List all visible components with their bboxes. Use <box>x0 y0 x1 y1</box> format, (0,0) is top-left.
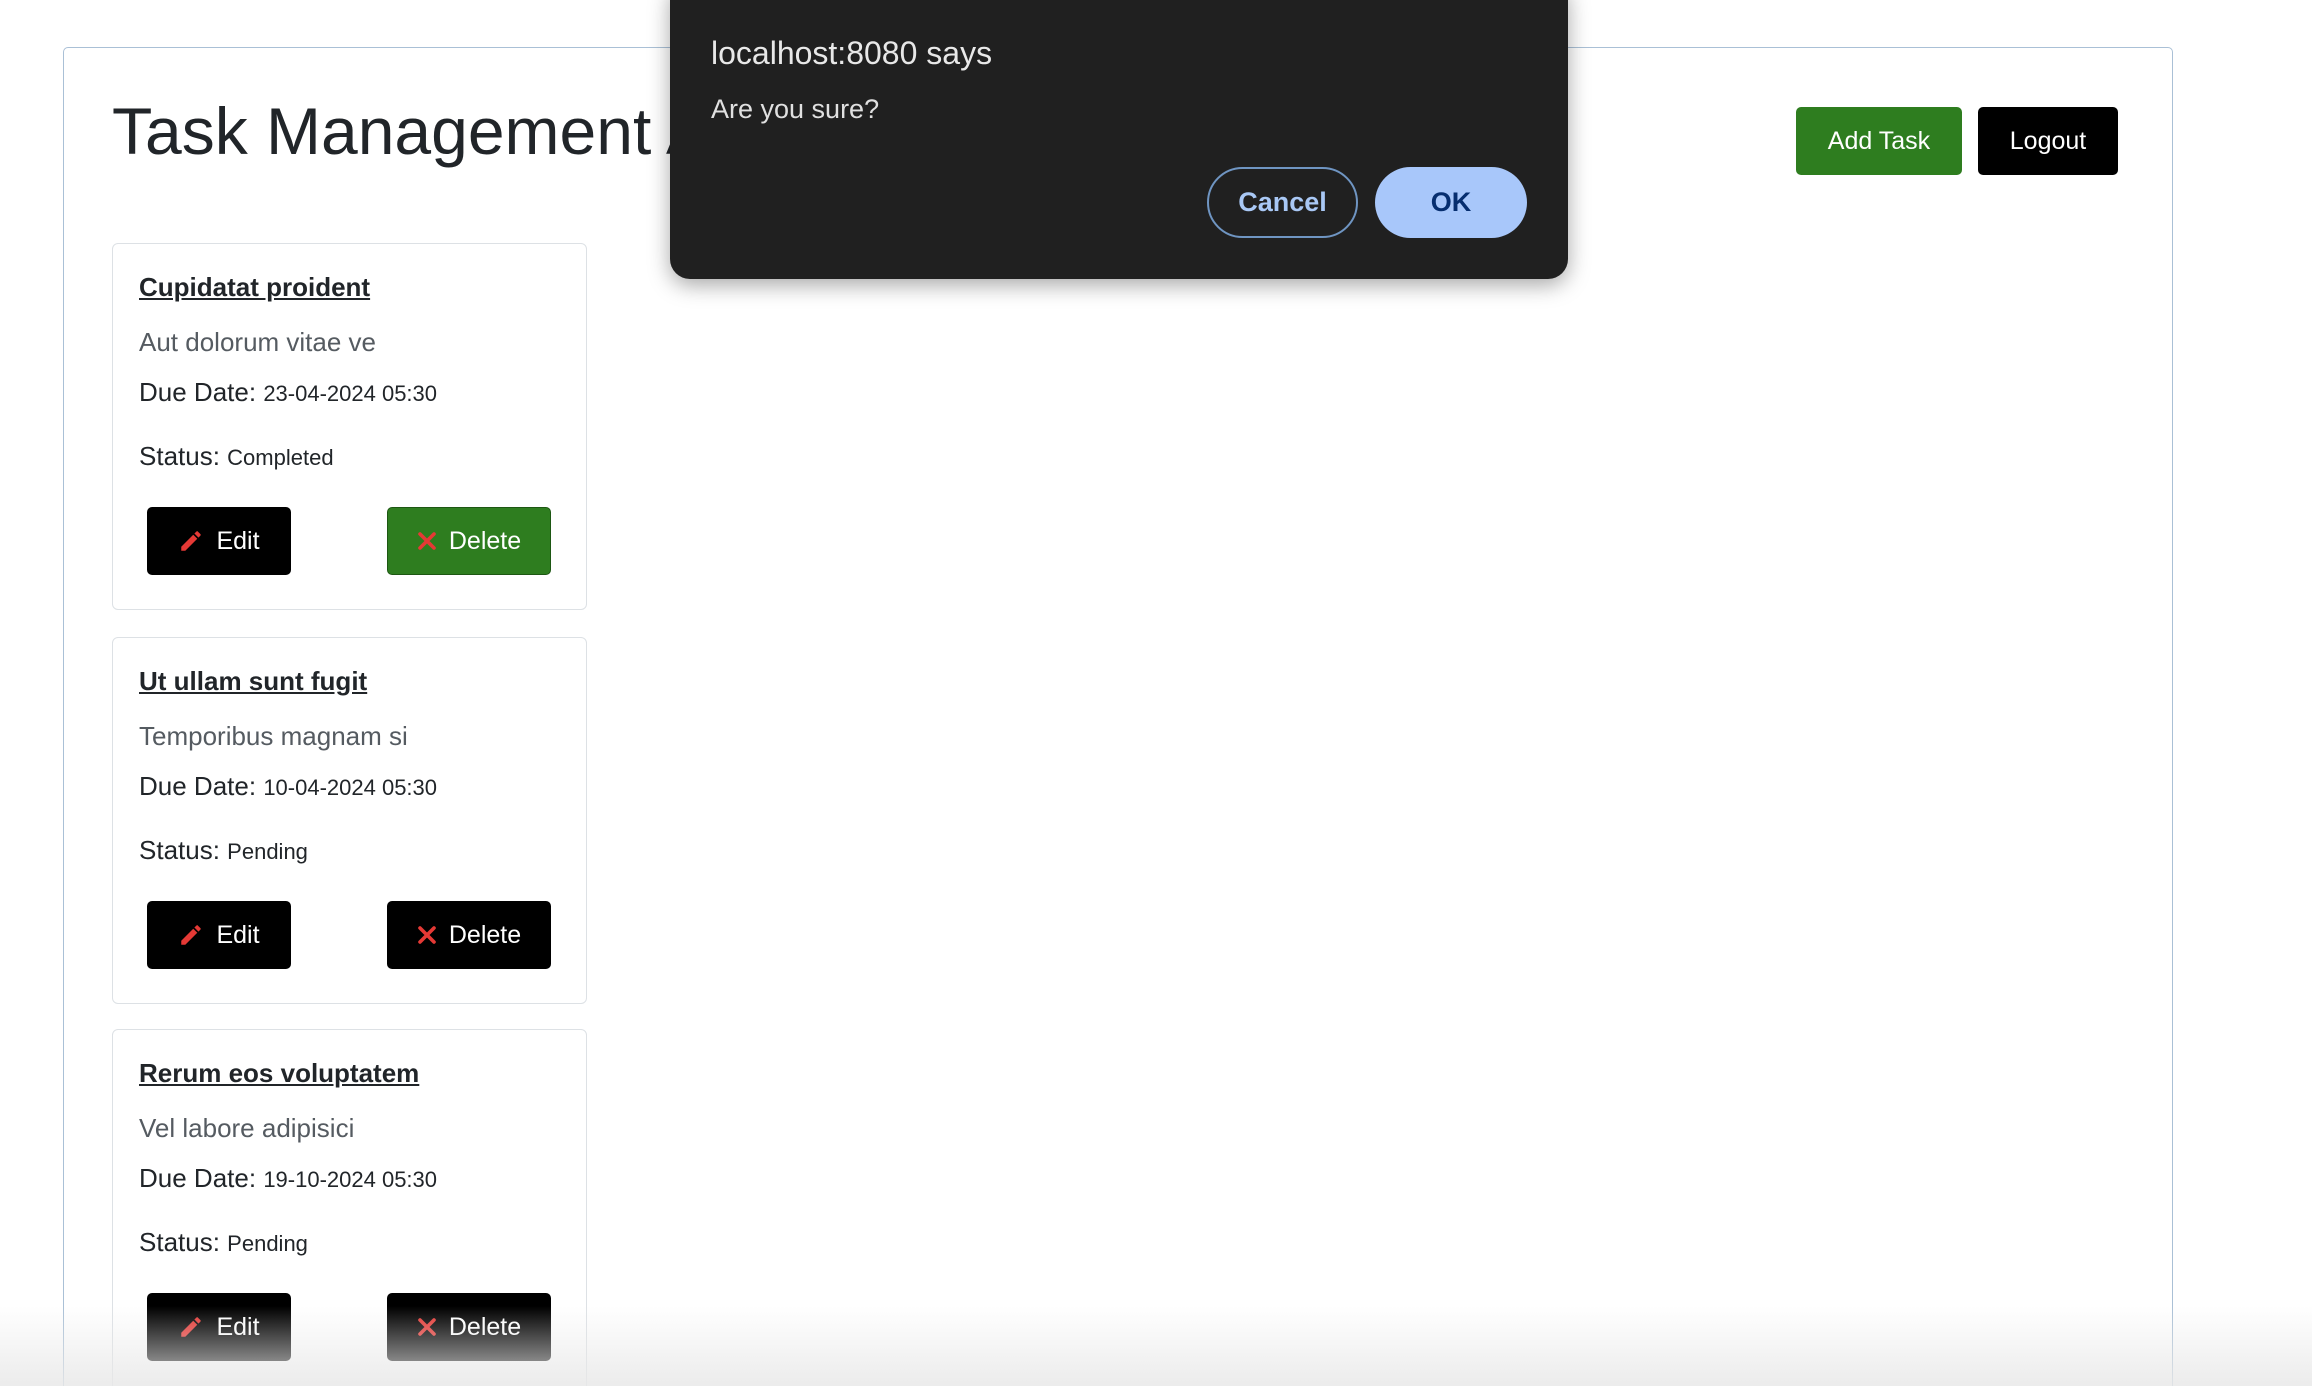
task-description: Vel labore adipisici <box>139 1113 355 1143</box>
due-date-value: 19-10-2024 05:30 <box>263 1167 438 1192</box>
edit-button-label: Edit <box>216 1312 260 1341</box>
logout-button[interactable]: Logout <box>1978 107 2118 175</box>
page-title: Task Management A <box>112 94 710 168</box>
task-description: Temporibus magnam si <box>139 721 408 751</box>
x-icon <box>417 1317 437 1337</box>
task-card: Rerum eos voluptatem Vel labore adipisic… <box>112 1029 587 1386</box>
pencil-icon <box>178 528 204 554</box>
delete-button[interactable]: Delete <box>387 901 551 969</box>
task-due-date: Due Date: 19-10-2024 05:30 <box>139 1163 437 1194</box>
status-value: Completed <box>227 445 334 470</box>
delete-button-label: Delete <box>448 1312 522 1341</box>
x-icon <box>417 531 437 551</box>
due-date-label: Due Date: <box>139 1163 257 1193</box>
cancel-button[interactable]: Cancel <box>1207 167 1358 238</box>
task-description: Aut dolorum vitae ve <box>139 327 377 357</box>
task-status: Status: Pending <box>139 835 308 866</box>
delete-button-label: Delete <box>448 920 522 949</box>
edit-button-label: Edit <box>216 526 260 555</box>
dialog-title: localhost:8080 says <box>711 35 993 71</box>
status-label: Status: <box>139 835 220 865</box>
pencil-icon <box>178 922 204 948</box>
status-value: Pending <box>227 839 308 864</box>
delete-button[interactable]: Delete <box>387 507 551 575</box>
due-date-label: Due Date: <box>139 377 257 407</box>
add-task-button[interactable]: Add Task <box>1796 107 1962 175</box>
ok-button[interactable]: OK <box>1375 167 1527 238</box>
pencil-icon <box>178 1314 204 1340</box>
edit-button[interactable]: Edit <box>147 901 291 969</box>
task-title[interactable]: Rerum eos voluptatem <box>139 1058 419 1089</box>
status-label: Status: <box>139 1227 220 1257</box>
x-icon <box>417 925 437 945</box>
task-due-date: Due Date: 23-04-2024 05:30 <box>139 377 437 408</box>
dialog-message: Are you sure? <box>711 94 880 124</box>
task-card: Cupidatat proident Aut dolorum vitae ve … <box>112 243 587 610</box>
page: Task Management A Add Task Logout Cupida… <box>0 0 2312 1386</box>
status-label: Status: <box>139 441 220 471</box>
edit-button[interactable]: Edit <box>147 1293 291 1361</box>
status-value: Pending <box>227 1231 308 1256</box>
task-status: Status: Completed <box>139 441 334 472</box>
task-status: Status: Pending <box>139 1227 308 1258</box>
delete-button[interactable]: Delete <box>387 1293 551 1361</box>
task-title[interactable]: Ut ullam sunt fugit <box>139 666 367 697</box>
task-due-date: Due Date: 10-04-2024 05:30 <box>139 771 437 802</box>
edit-button[interactable]: Edit <box>147 507 291 575</box>
due-date-value: 23-04-2024 05:30 <box>263 381 438 406</box>
delete-button-label: Delete <box>448 526 522 555</box>
due-date-value: 10-04-2024 05:30 <box>263 775 438 800</box>
edit-button-label: Edit <box>216 920 260 949</box>
confirm-dialog: localhost:8080 says Are you sure? Cancel… <box>670 0 1568 279</box>
task-card: Ut ullam sunt fugit Temporibus magnam si… <box>112 637 587 1004</box>
task-title[interactable]: Cupidatat proident <box>139 272 370 303</box>
due-date-label: Due Date: <box>139 771 257 801</box>
